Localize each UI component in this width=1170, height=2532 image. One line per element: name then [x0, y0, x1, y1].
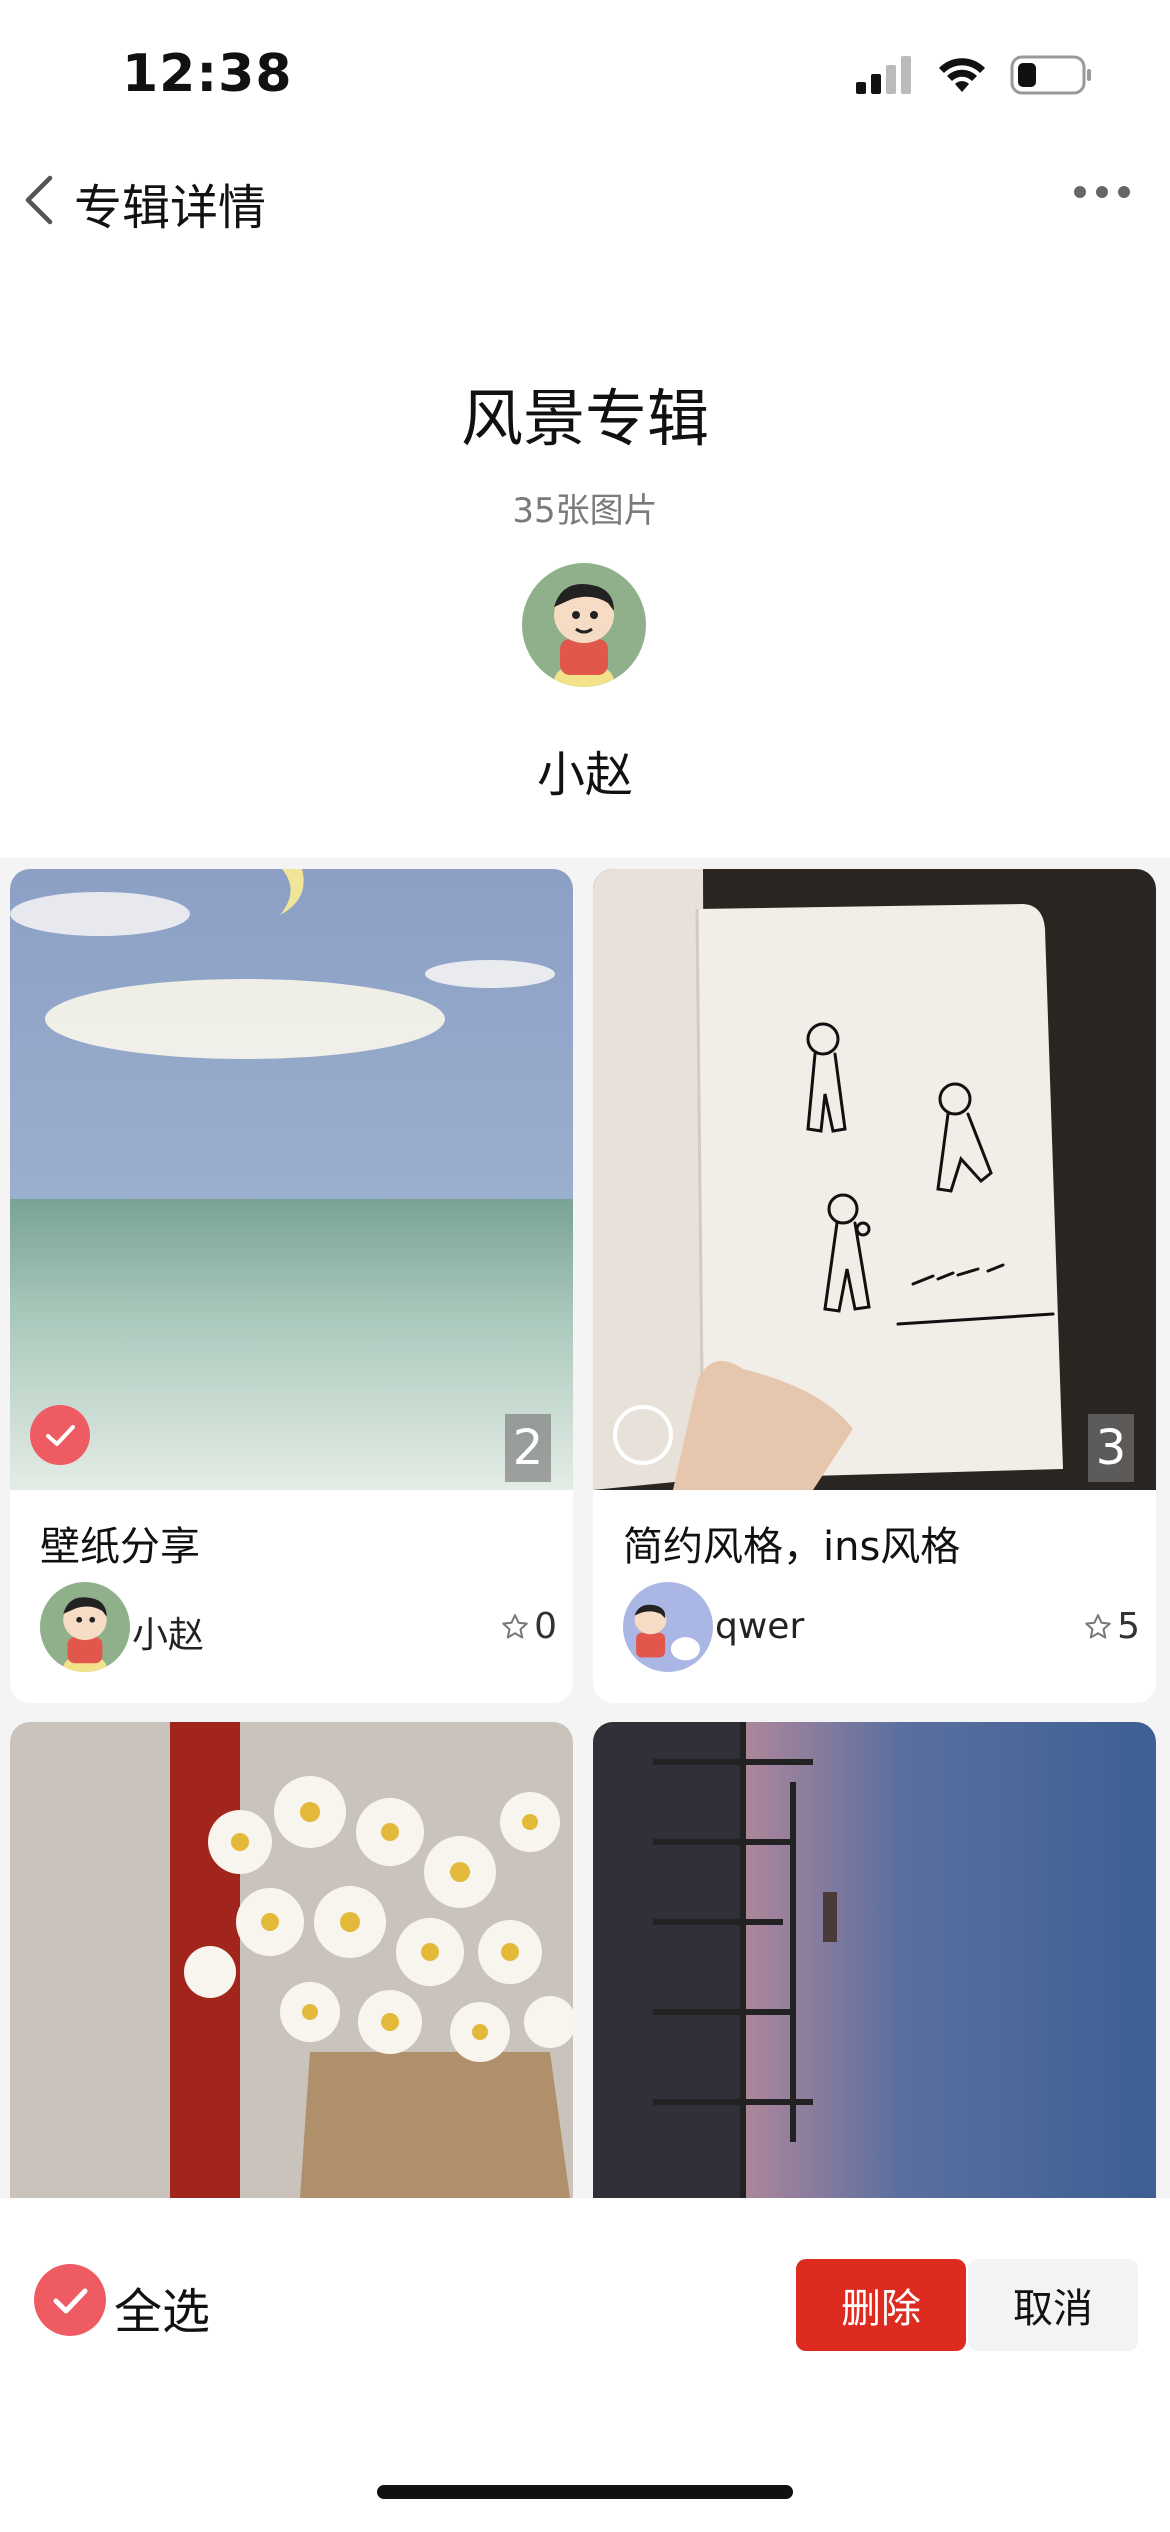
album-title: 风景专辑 — [460, 382, 709, 455]
checkmark-icon — [53, 2288, 88, 2314]
select-all-label[interactable]: 全选 — [114, 2272, 210, 2342]
like-count[interactable]: 0 — [500, 1606, 557, 1647]
cellular-signal-icon — [856, 56, 911, 94]
select-all-checkbox[interactable] — [34, 2264, 106, 2336]
back-button[interactable] — [18, 172, 62, 228]
avatar-illustration — [522, 563, 646, 687]
image-index-badge: 3 — [1088, 1414, 1134, 1482]
chevron-left-icon — [25, 175, 53, 225]
author-avatar[interactable] — [623, 1582, 713, 1672]
page-title: 专辑详情 — [74, 180, 267, 236]
image-card[interactable]: 2 壁纸分享 小赵 0 — [10, 869, 573, 1703]
bottom-action-bar — [0, 2198, 1170, 2532]
notebook-drawing-image — [593, 869, 1156, 1490]
like-count-value: 5 — [1117, 1606, 1140, 1647]
more-dot-icon — [1074, 186, 1086, 198]
selected-check[interactable] — [30, 1405, 90, 1465]
more-options-button[interactable] — [1074, 186, 1130, 198]
more-dot-icon — [1096, 186, 1108, 198]
image-card[interactable]: 3 简约风格，ins风格 qwer 5 — [593, 869, 1156, 1703]
daisy-bouquet-image — [10, 1722, 573, 2198]
image-index-badge: 2 — [505, 1414, 551, 1482]
home-indicator — [377, 2485, 793, 2499]
author-name: qwer — [715, 1606, 805, 1647]
star-icon — [502, 1613, 528, 1638]
owner-avatar[interactable] — [522, 563, 646, 687]
checkmark-icon — [46, 1425, 75, 1446]
status-time: 12:38 — [122, 44, 293, 104]
avatar-illustration — [623, 1582, 713, 1672]
landscape-sea-image — [10, 869, 573, 1490]
battery-icon — [1010, 55, 1091, 95]
more-dot-icon — [1118, 186, 1130, 198]
sunset-pier-image — [593, 1722, 1156, 2198]
unselected-check[interactable] — [613, 1405, 673, 1465]
like-count-value: 0 — [534, 1606, 557, 1647]
album-image-count: 35张图片 — [512, 491, 658, 531]
card-title: 壁纸分享 — [40, 1524, 200, 1570]
avatar-illustration — [40, 1582, 130, 1672]
wifi-icon — [939, 58, 985, 92]
image-card[interactable] — [10, 1722, 573, 2198]
cancel-button[interactable]: 取消 — [968, 2259, 1138, 2351]
status-icons — [856, 55, 1092, 95]
delete-button[interactable]: 删除 — [796, 2259, 966, 2351]
card-title: 简约风格，ins风格 — [623, 1524, 961, 1570]
image-card[interactable] — [593, 1722, 1156, 2198]
owner-name: 小赵 — [536, 747, 633, 803]
star-icon — [1085, 1613, 1111, 1638]
like-count[interactable]: 5 — [1083, 1606, 1140, 1647]
author-name: 小赵 — [132, 1615, 205, 1656]
author-avatar[interactable] — [40, 1582, 130, 1672]
